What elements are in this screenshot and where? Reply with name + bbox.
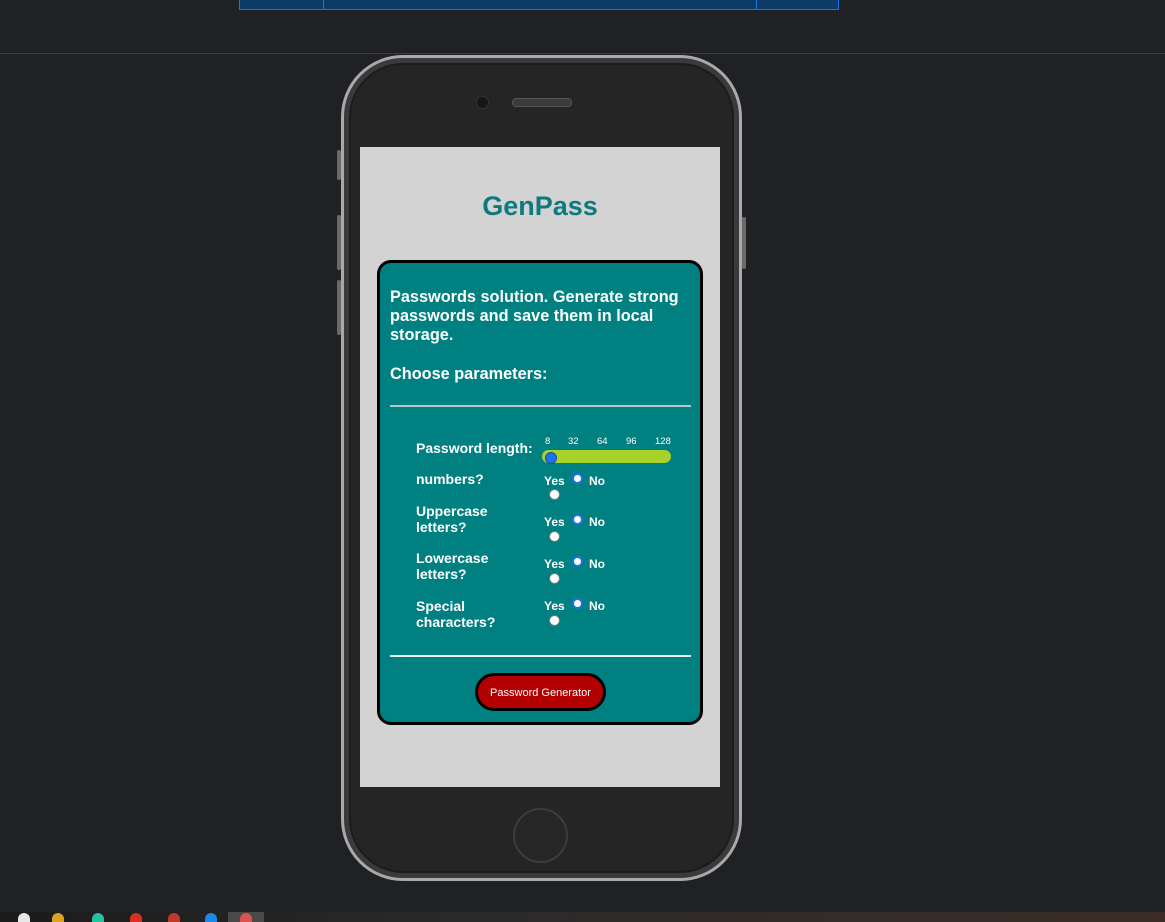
earpiece-speaker <box>512 98 572 107</box>
password-generator-button[interactable]: Password Generator <box>475 673 606 711</box>
uppercase-no-radio[interactable] <box>572 514 583 525</box>
app-title: GenPass <box>482 191 598 221</box>
folder-icon[interactable] <box>52 913 64 922</box>
password-length-slider[interactable] <box>542 450 671 463</box>
tick-label: 32 <box>568 436 579 447</box>
devtools-toolbar <box>0 0 1165 54</box>
numbers-yes-radio[interactable] <box>549 489 560 500</box>
device-toolbar-strip <box>239 0 839 10</box>
phone-power-button <box>742 217 746 269</box>
special-characters-label: Special characters? <box>416 598 496 630</box>
lowercase-yes-radio[interactable] <box>549 573 560 584</box>
numbers-yes-label: Yes <box>544 474 565 488</box>
chrome-icon[interactable] <box>18 913 30 922</box>
special-no-label: No <box>589 599 605 613</box>
lowercase-label: Lowercase letters? <box>416 550 489 582</box>
special-yes-label: Yes <box>544 599 565 613</box>
app-icon[interactable] <box>240 913 252 922</box>
vscode-icon[interactable] <box>205 913 217 922</box>
phone-volume-up <box>337 215 341 270</box>
lowercase-yes-label: Yes <box>544 557 565 571</box>
divider-top <box>390 405 691 407</box>
app-icon[interactable] <box>92 913 104 922</box>
length-ticks: 8 32 64 96 128 <box>542 436 674 448</box>
lowercase-no-label: No <box>589 557 605 571</box>
phone-screen: GenPass Passwords solution. Generate str… <box>360 147 720 787</box>
tick-label: 96 <box>626 436 637 447</box>
divider-bottom <box>390 655 691 657</box>
numbers-label: numbers? <box>416 471 484 487</box>
uppercase-no-label: No <box>589 515 605 529</box>
password-length-label: Password length: <box>416 440 533 456</box>
app-icon[interactable] <box>130 913 142 922</box>
lowercase-no-radio[interactable] <box>572 556 583 567</box>
uppercase-label: Uppercase letters? <box>416 503 488 535</box>
choose-parameters-heading: Choose parameters: <box>390 365 548 383</box>
phone-volume-down <box>337 280 341 335</box>
uppercase-yes-label: Yes <box>544 515 565 529</box>
special-yes-radio[interactable] <box>549 615 560 626</box>
phone-mute-switch <box>337 150 341 180</box>
intro-text: Passwords solution. Generate strong pass… <box>390 288 679 344</box>
front-camera-icon <box>476 96 489 109</box>
app-icon[interactable] <box>168 913 180 922</box>
password-form-card: Passwords solution. Generate strong pass… <box>377 260 703 725</box>
numbers-no-radio[interactable] <box>572 473 583 484</box>
tick-label: 8 <box>545 436 551 447</box>
home-button[interactable] <box>513 808 568 863</box>
special-no-radio[interactable] <box>572 598 583 609</box>
tick-label: 128 <box>655 436 671 447</box>
uppercase-yes-radio[interactable] <box>549 531 560 542</box>
slider-thumb[interactable] <box>545 452 557 464</box>
numbers-no-label: No <box>589 474 605 488</box>
tick-label: 64 <box>597 436 608 447</box>
